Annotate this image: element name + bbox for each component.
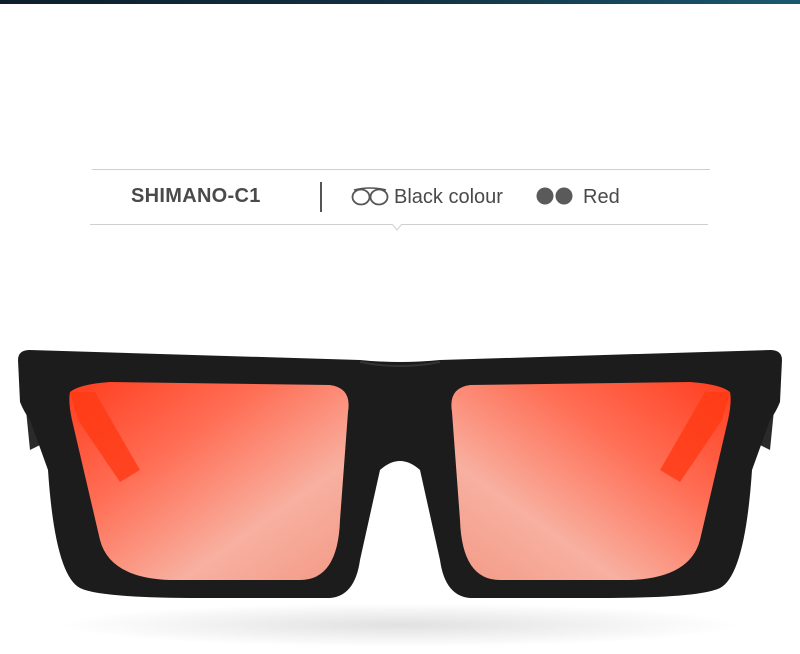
pointer-notch [392,224,402,231]
glasses-outline-icon [351,187,389,206]
glasses-filled-icon [536,187,573,205]
lens-color-label: Red [583,186,620,208]
divider [320,182,322,212]
frame-color-label: Black colour [394,186,503,208]
product-info-strip: SHIMANO-C1 Black colour Red [0,0,800,240]
top-rule [92,169,710,170]
model-name: SHIMANO-C1 [131,185,261,207]
sunglasses-image [18,350,782,647]
